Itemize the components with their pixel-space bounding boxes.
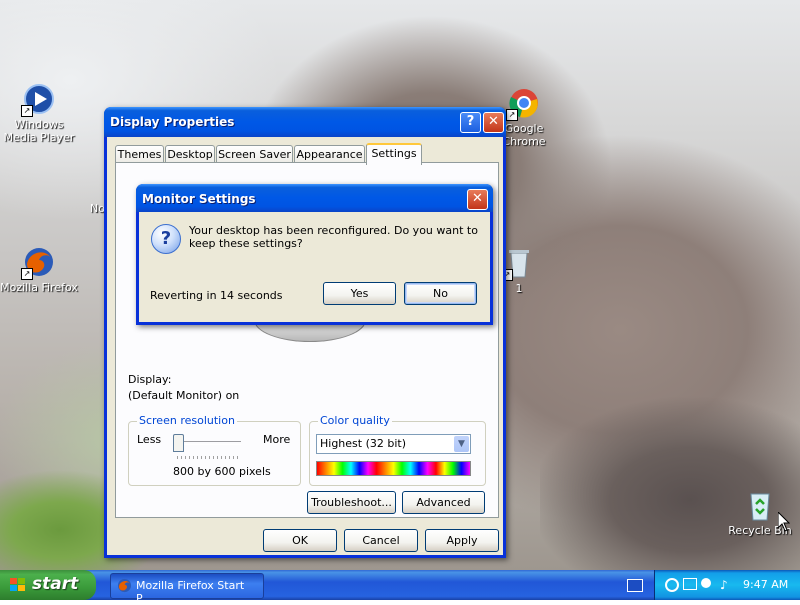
- color-quality-select[interactable]: Highest (32 bit) ▼: [316, 434, 471, 454]
- dialog-close-button[interactable]: ✕: [467, 189, 488, 210]
- recycle-bin-icon: [744, 489, 776, 521]
- tab-desktop[interactable]: Desktop: [165, 145, 215, 163]
- display-label: Display:: [128, 373, 172, 386]
- keyboard-icon[interactable]: [627, 579, 643, 592]
- close-button[interactable]: ✕: [483, 112, 504, 133]
- monitor-settings-client: ? Your desktop has been reconfigured. Do…: [139, 212, 490, 322]
- resolution-slider-track[interactable]: [177, 441, 241, 445]
- windows-logo-icon: [10, 578, 25, 591]
- dialog-message: Your desktop has been reconfigured. Do y…: [189, 224, 478, 250]
- wallpaper-shadow: [540, 380, 800, 570]
- shortcut-arrow-icon: ↗: [21, 268, 33, 280]
- taskbar-firefox-button[interactable]: Mozilla Firefox Start P...: [110, 573, 264, 605]
- tab-appearance[interactable]: Appearance: [294, 145, 365, 163]
- shortcut-arrow-icon: ↗: [21, 105, 33, 117]
- firefox-icon: ↗: [21, 246, 55, 280]
- color-quality-value: Highest (32 bit): [320, 437, 407, 450]
- slider-ticks: [177, 456, 241, 459]
- clock[interactable]: 9:47 AM: [743, 578, 788, 591]
- troubleshoot-button[interactable]: Troubleshoot...: [307, 491, 396, 514]
- resolution-value: 800 by 600 pixels: [173, 465, 271, 478]
- desktop-icon-windows-media-player[interactable]: ↗ Windows Media Player: [0, 83, 81, 144]
- display-value: (Default Monitor) on: [128, 389, 240, 402]
- resolution-slider-thumb[interactable]: [173, 434, 184, 452]
- question-icon: ?: [466, 114, 475, 129]
- color-quality-title: Color quality: [318, 414, 392, 427]
- dialog-title: Monitor Settings: [142, 192, 256, 206]
- ok-button[interactable]: OK: [263, 529, 337, 552]
- mouse-cursor-icon: [778, 512, 790, 532]
- shortcut-arrow-icon: ↗: [506, 109, 518, 121]
- tab-themes[interactable]: Themes: [115, 145, 164, 163]
- window-title: Display Properties: [110, 115, 235, 129]
- taskbar-button-label: Mozilla Firefox Start P...: [136, 579, 245, 605]
- taskbar: start Mozilla Firefox Start P... ♪ 9:47 …: [0, 570, 800, 605]
- display-properties-window: Display Properties ? ✕ Themes Desktop Sc…: [104, 107, 506, 558]
- more-label: More: [263, 433, 291, 446]
- advanced-button[interactable]: Advanced: [402, 491, 485, 514]
- countdown-text: Reverting in 14 seconds: [150, 289, 283, 302]
- tab-screen-saver[interactable]: Screen Saver: [216, 145, 293, 163]
- no-button[interactable]: No: [404, 282, 477, 305]
- desktop-icon-label: 1: [515, 282, 523, 295]
- desktop-icon-label: Google Chrome: [502, 122, 546, 148]
- close-icon: ✕: [488, 114, 499, 129]
- help-button[interactable]: ?: [460, 112, 481, 133]
- partial-desktop-label: No: [90, 202, 105, 215]
- monitor-settings-dialog: Monitor Settings ✕ ? Your desktop has be…: [136, 184, 493, 325]
- yes-button[interactable]: Yes: [323, 282, 396, 305]
- chevron-down-icon[interactable]: ▼: [454, 436, 469, 452]
- screen-resolution-group: Screen resolution Less More 800 by 600 p…: [128, 414, 301, 486]
- apply-button[interactable]: Apply: [425, 529, 499, 552]
- monitor-settings-titlebar[interactable]: Monitor Settings ✕: [136, 184, 493, 212]
- color-quality-preview: [316, 461, 471, 476]
- desktop-icon-label: Mozilla Firefox: [0, 281, 78, 294]
- screen-resolution-title: Screen resolution: [137, 414, 237, 427]
- tab-settings[interactable]: Settings: [366, 143, 422, 165]
- start-label: start: [32, 574, 79, 594]
- volume-icon[interactable]: ♪: [720, 578, 734, 592]
- system-tray: ♪ 9:47 AM: [654, 570, 800, 600]
- desktop-icon-label: Windows Media Player: [3, 118, 75, 144]
- start-button[interactable]: start: [0, 570, 96, 600]
- color-quality-group: Color quality Highest (32 bit) ▼: [309, 414, 486, 486]
- display-properties-titlebar[interactable]: Display Properties ? ✕: [104, 107, 506, 137]
- question-icon: ?: [151, 224, 181, 254]
- close-icon: ✕: [472, 191, 483, 206]
- firefox-icon: [117, 578, 132, 593]
- cancel-button[interactable]: Cancel: [344, 529, 418, 552]
- security-icon[interactable]: [701, 578, 711, 588]
- recycle-bin-icon: ↗: [501, 247, 535, 281]
- network-icon[interactable]: [683, 578, 697, 590]
- chrome-icon: ↗: [506, 87, 540, 121]
- desktop-icon-firefox[interactable]: ↗ Mozilla Firefox: [0, 246, 81, 294]
- less-label: Less: [137, 433, 162, 446]
- alarm-clock-icon[interactable]: [665, 578, 679, 592]
- windows-media-player-icon: ↗: [21, 83, 55, 117]
